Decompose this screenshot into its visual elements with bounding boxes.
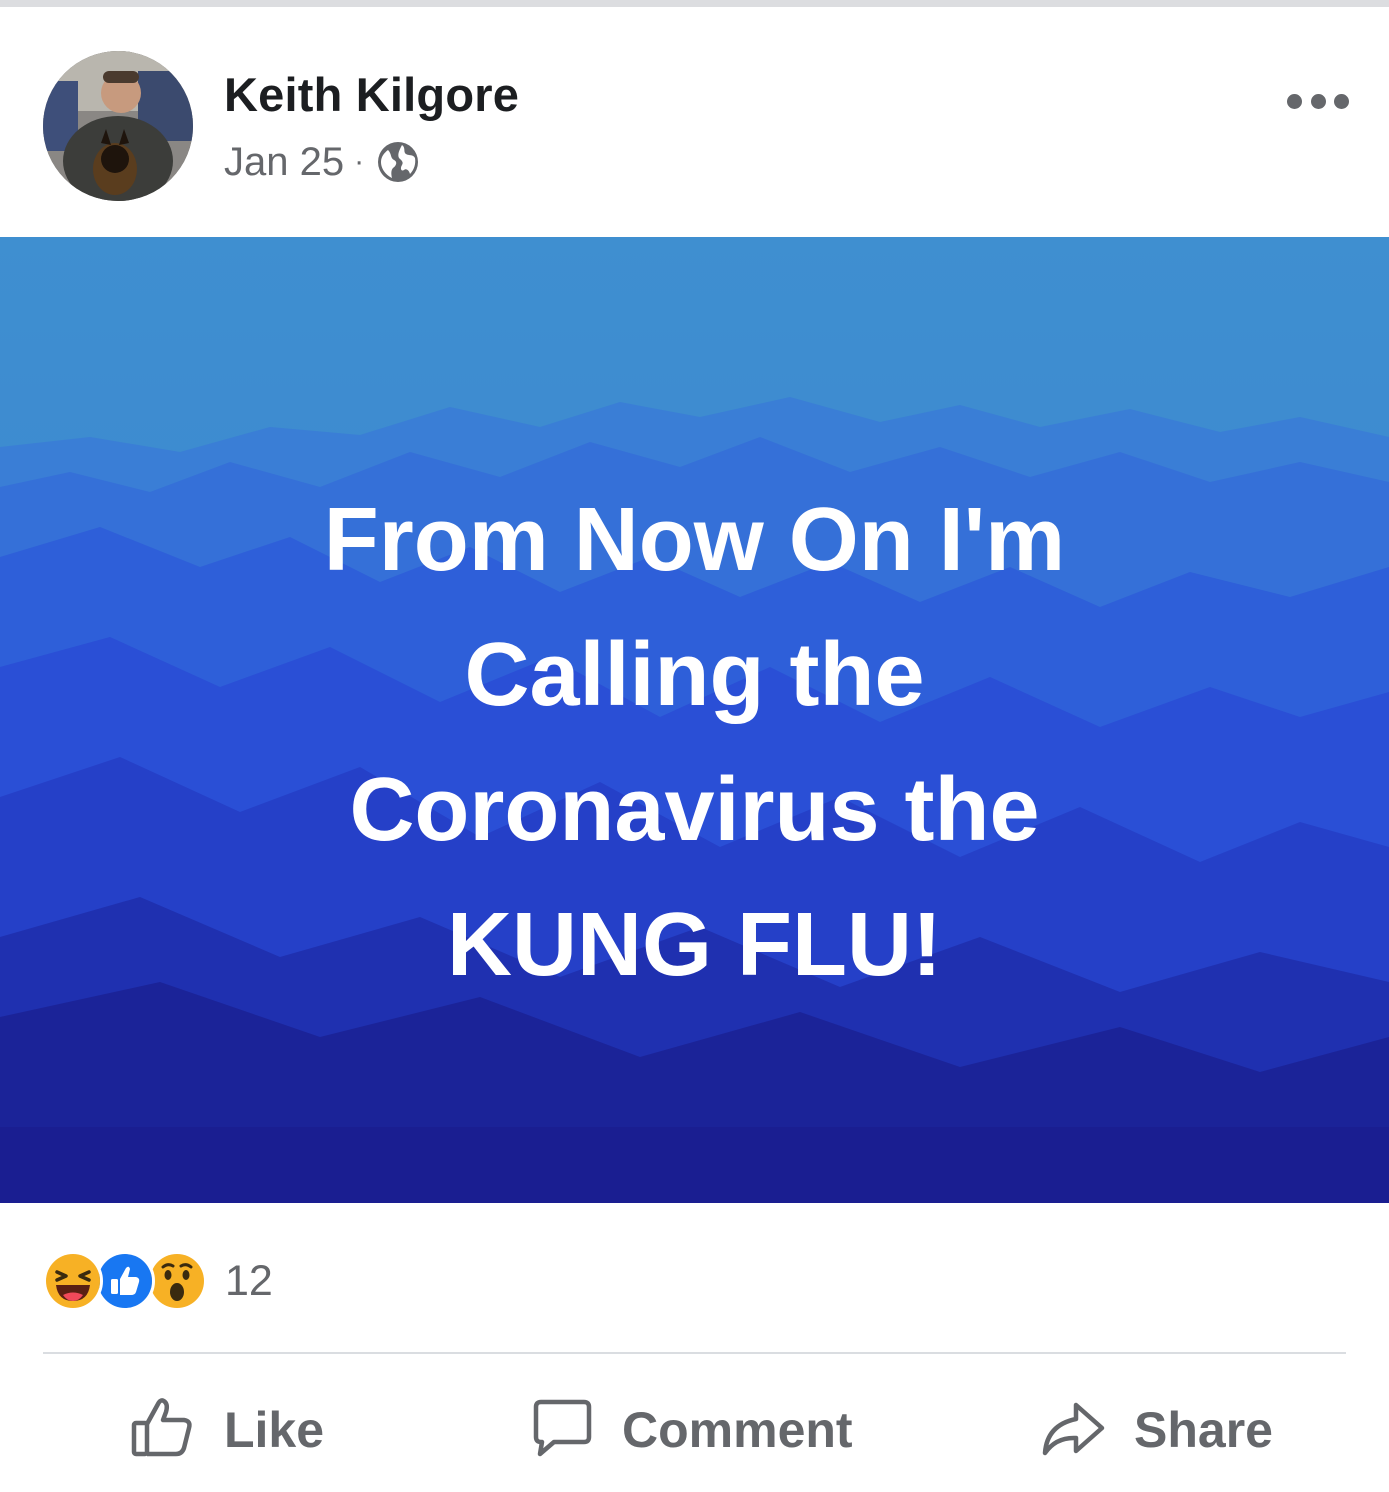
share-label: Share [1134,1402,1273,1458]
comment-label: Comment [622,1402,853,1458]
banner-line-2: Calling the [464,625,925,725]
banner-line-3: Coronavirus the [349,760,1040,860]
more-dot [1334,93,1349,109]
top-divider [0,0,1389,7]
comment-button[interactable]: Comment [526,1376,853,1484]
banner-text: From Now On I'm Calling the Coronavirus … [0,473,1389,995]
like-label: Like [224,1402,325,1458]
post-banner[interactable]: From Now On I'm Calling the Coronavirus … [0,237,1389,1203]
reactions-summary[interactable]: 12 [43,1250,273,1312]
post-meta: Jan 25 · [224,139,420,185]
more-options-icon[interactable] [1283,79,1353,123]
share-arrow-icon [1038,1393,1108,1468]
post-actions: Like Comment Share [0,1376,1389,1484]
actions-divider [43,1352,1346,1354]
like-reaction-icon [95,1251,155,1311]
author-avatar[interactable] [43,51,193,201]
post-date[interactable]: Jan 25 [224,140,344,185]
like-button[interactable]: Like [128,1376,324,1484]
post-header: Keith Kilgore Jan 25 · [0,7,1389,237]
banner-line-4: KUNG FLU! [447,895,942,995]
author-name[interactable]: Keith Kilgore [224,67,519,122]
more-dot [1310,93,1326,109]
share-button[interactable]: Share [1038,1376,1273,1484]
banner-line-1: From Now On I'm [323,490,1066,590]
haha-icon [43,1251,103,1311]
wow-icon [147,1251,207,1311]
comment-bubble-icon [526,1393,596,1468]
meta-separator: · [354,145,365,178]
globe-icon[interactable] [376,140,420,184]
more-dot [1287,93,1302,109]
thumbs-up-icon [128,1393,198,1468]
reaction-count[interactable]: 12 [225,1257,273,1306]
